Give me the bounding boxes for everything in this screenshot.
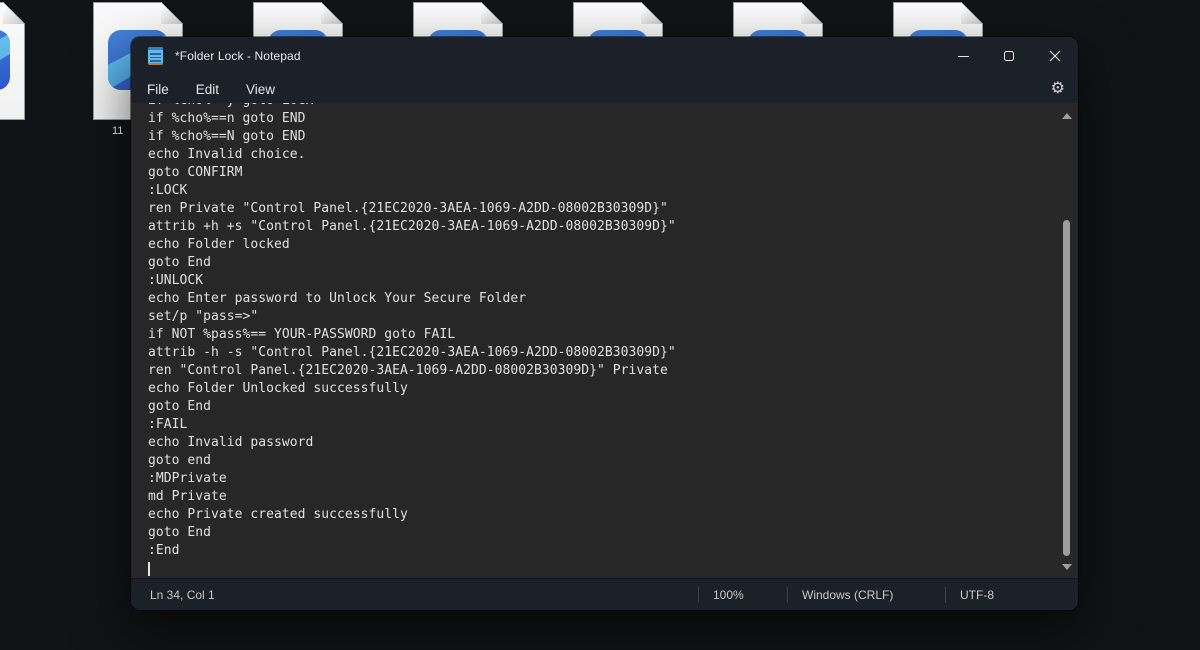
encoding[interactable]: UTF-8 — [945, 587, 1078, 603]
editor-line: ren "Control Panel.{21EC2020-3AEA-1069-A… — [148, 362, 1078, 380]
editor-line: :UNLOCK — [148, 272, 1078, 290]
statusbar-segments: 100% Windows (CRLF) UTF-8 — [698, 579, 1078, 610]
editor-line: if %cho%==y goto LOCK — [148, 103, 1078, 110]
desktop-file-icon[interactable] — [0, 2, 25, 120]
editor-line: echo Folder locked — [148, 236, 1078, 254]
window-title: *Folder Lock - Notepad — [175, 49, 301, 63]
page-fold-corner — [161, 2, 183, 24]
editor-line: goto CONFIRM — [148, 164, 1078, 182]
settings-gear-icon[interactable]: ⚙ — [1051, 75, 1065, 103]
editor-line: :End — [148, 542, 1078, 560]
editor-line: attrib +h +s "Control Panel.{21EC2020-3A… — [148, 218, 1078, 236]
line-ending[interactable]: Windows (CRLF) — [787, 587, 945, 603]
editor-line: :FAIL — [148, 416, 1078, 434]
page-fold-corner — [321, 2, 343, 24]
page-fold-corner — [961, 2, 983, 24]
editor-line: if %cho%==N goto END — [148, 128, 1078, 146]
editor-line: if %cho%==n goto END — [148, 110, 1078, 128]
scrollbar-thumb[interactable] — [1063, 220, 1070, 556]
editor-line: echo Enter password to Unlock Your Secur… — [148, 290, 1078, 308]
caption-buttons — [940, 37, 1078, 75]
page-fold-corner — [641, 2, 663, 24]
editor-line: echo Invalid choice. — [148, 146, 1078, 164]
minimize-button[interactable] — [940, 37, 986, 75]
file-type-logo — [0, 30, 10, 90]
cursor-position: Ln 34, Col 1 — [131, 588, 698, 602]
desktop-file-label: 11 — [112, 125, 123, 137]
zoom-level[interactable]: 100% — [698, 587, 787, 603]
page-fold-corner — [3, 2, 25, 24]
notepad-window: *Folder Lock - Notepad File Edit View ⚙ … — [131, 37, 1078, 610]
editor-content: if %cho%==y goto LOCKif %cho%==n goto EN… — [131, 103, 1078, 578]
maximize-icon — [1004, 51, 1014, 61]
editor-line: set/p "pass=>" — [148, 308, 1078, 326]
titlebar[interactable]: *Folder Lock - Notepad — [131, 37, 1078, 75]
close-button[interactable] — [1032, 37, 1078, 75]
editor-line: :MDPrivate — [148, 470, 1078, 488]
editor-line: goto End — [148, 254, 1078, 272]
editor-line: md Private — [148, 488, 1078, 506]
editor-line: goto End — [148, 398, 1078, 416]
menu-view[interactable]: View — [246, 82, 275, 97]
editor-line: attrib -h -s "Control Panel.{21EC2020-3A… — [148, 344, 1078, 362]
text-caret — [148, 562, 150, 576]
notepad-icon — [148, 47, 163, 65]
menu-edit[interactable]: Edit — [196, 82, 219, 97]
editor-line: echo Private created successfully — [148, 506, 1078, 524]
logo-swoosh — [0, 30, 10, 90]
page-fold-corner — [801, 2, 823, 24]
editor-line: goto end — [148, 452, 1078, 470]
scroll-down-icon[interactable] — [1062, 564, 1072, 570]
editor-line: if NOT %pass%== YOUR-PASSWORD goto FAIL — [148, 326, 1078, 344]
menubar: File Edit View ⚙ — [131, 75, 1078, 103]
editor-line: ren Private "Control Panel.{21EC2020-3AE… — [148, 200, 1078, 218]
text-editor[interactable]: if %cho%==y goto LOCKif %cho%==n goto EN… — [131, 103, 1078, 578]
editor-line: echo Folder Unlocked successfully — [148, 380, 1078, 398]
menu-file[interactable]: File — [147, 82, 169, 97]
statusbar: Ln 34, Col 1 100% Windows (CRLF) UTF-8 — [131, 578, 1078, 610]
scroll-up-icon[interactable] — [1062, 113, 1072, 119]
editor-line: echo Invalid password — [148, 434, 1078, 452]
editor-line — [148, 560, 1078, 578]
editor-line: goto End — [148, 524, 1078, 542]
vertical-scrollbar[interactable] — [1059, 105, 1074, 576]
page-fold-corner — [481, 2, 503, 24]
editor-line: :LOCK — [148, 182, 1078, 200]
close-icon — [1049, 50, 1061, 62]
maximize-button[interactable] — [986, 37, 1032, 75]
minimize-icon — [958, 56, 969, 57]
